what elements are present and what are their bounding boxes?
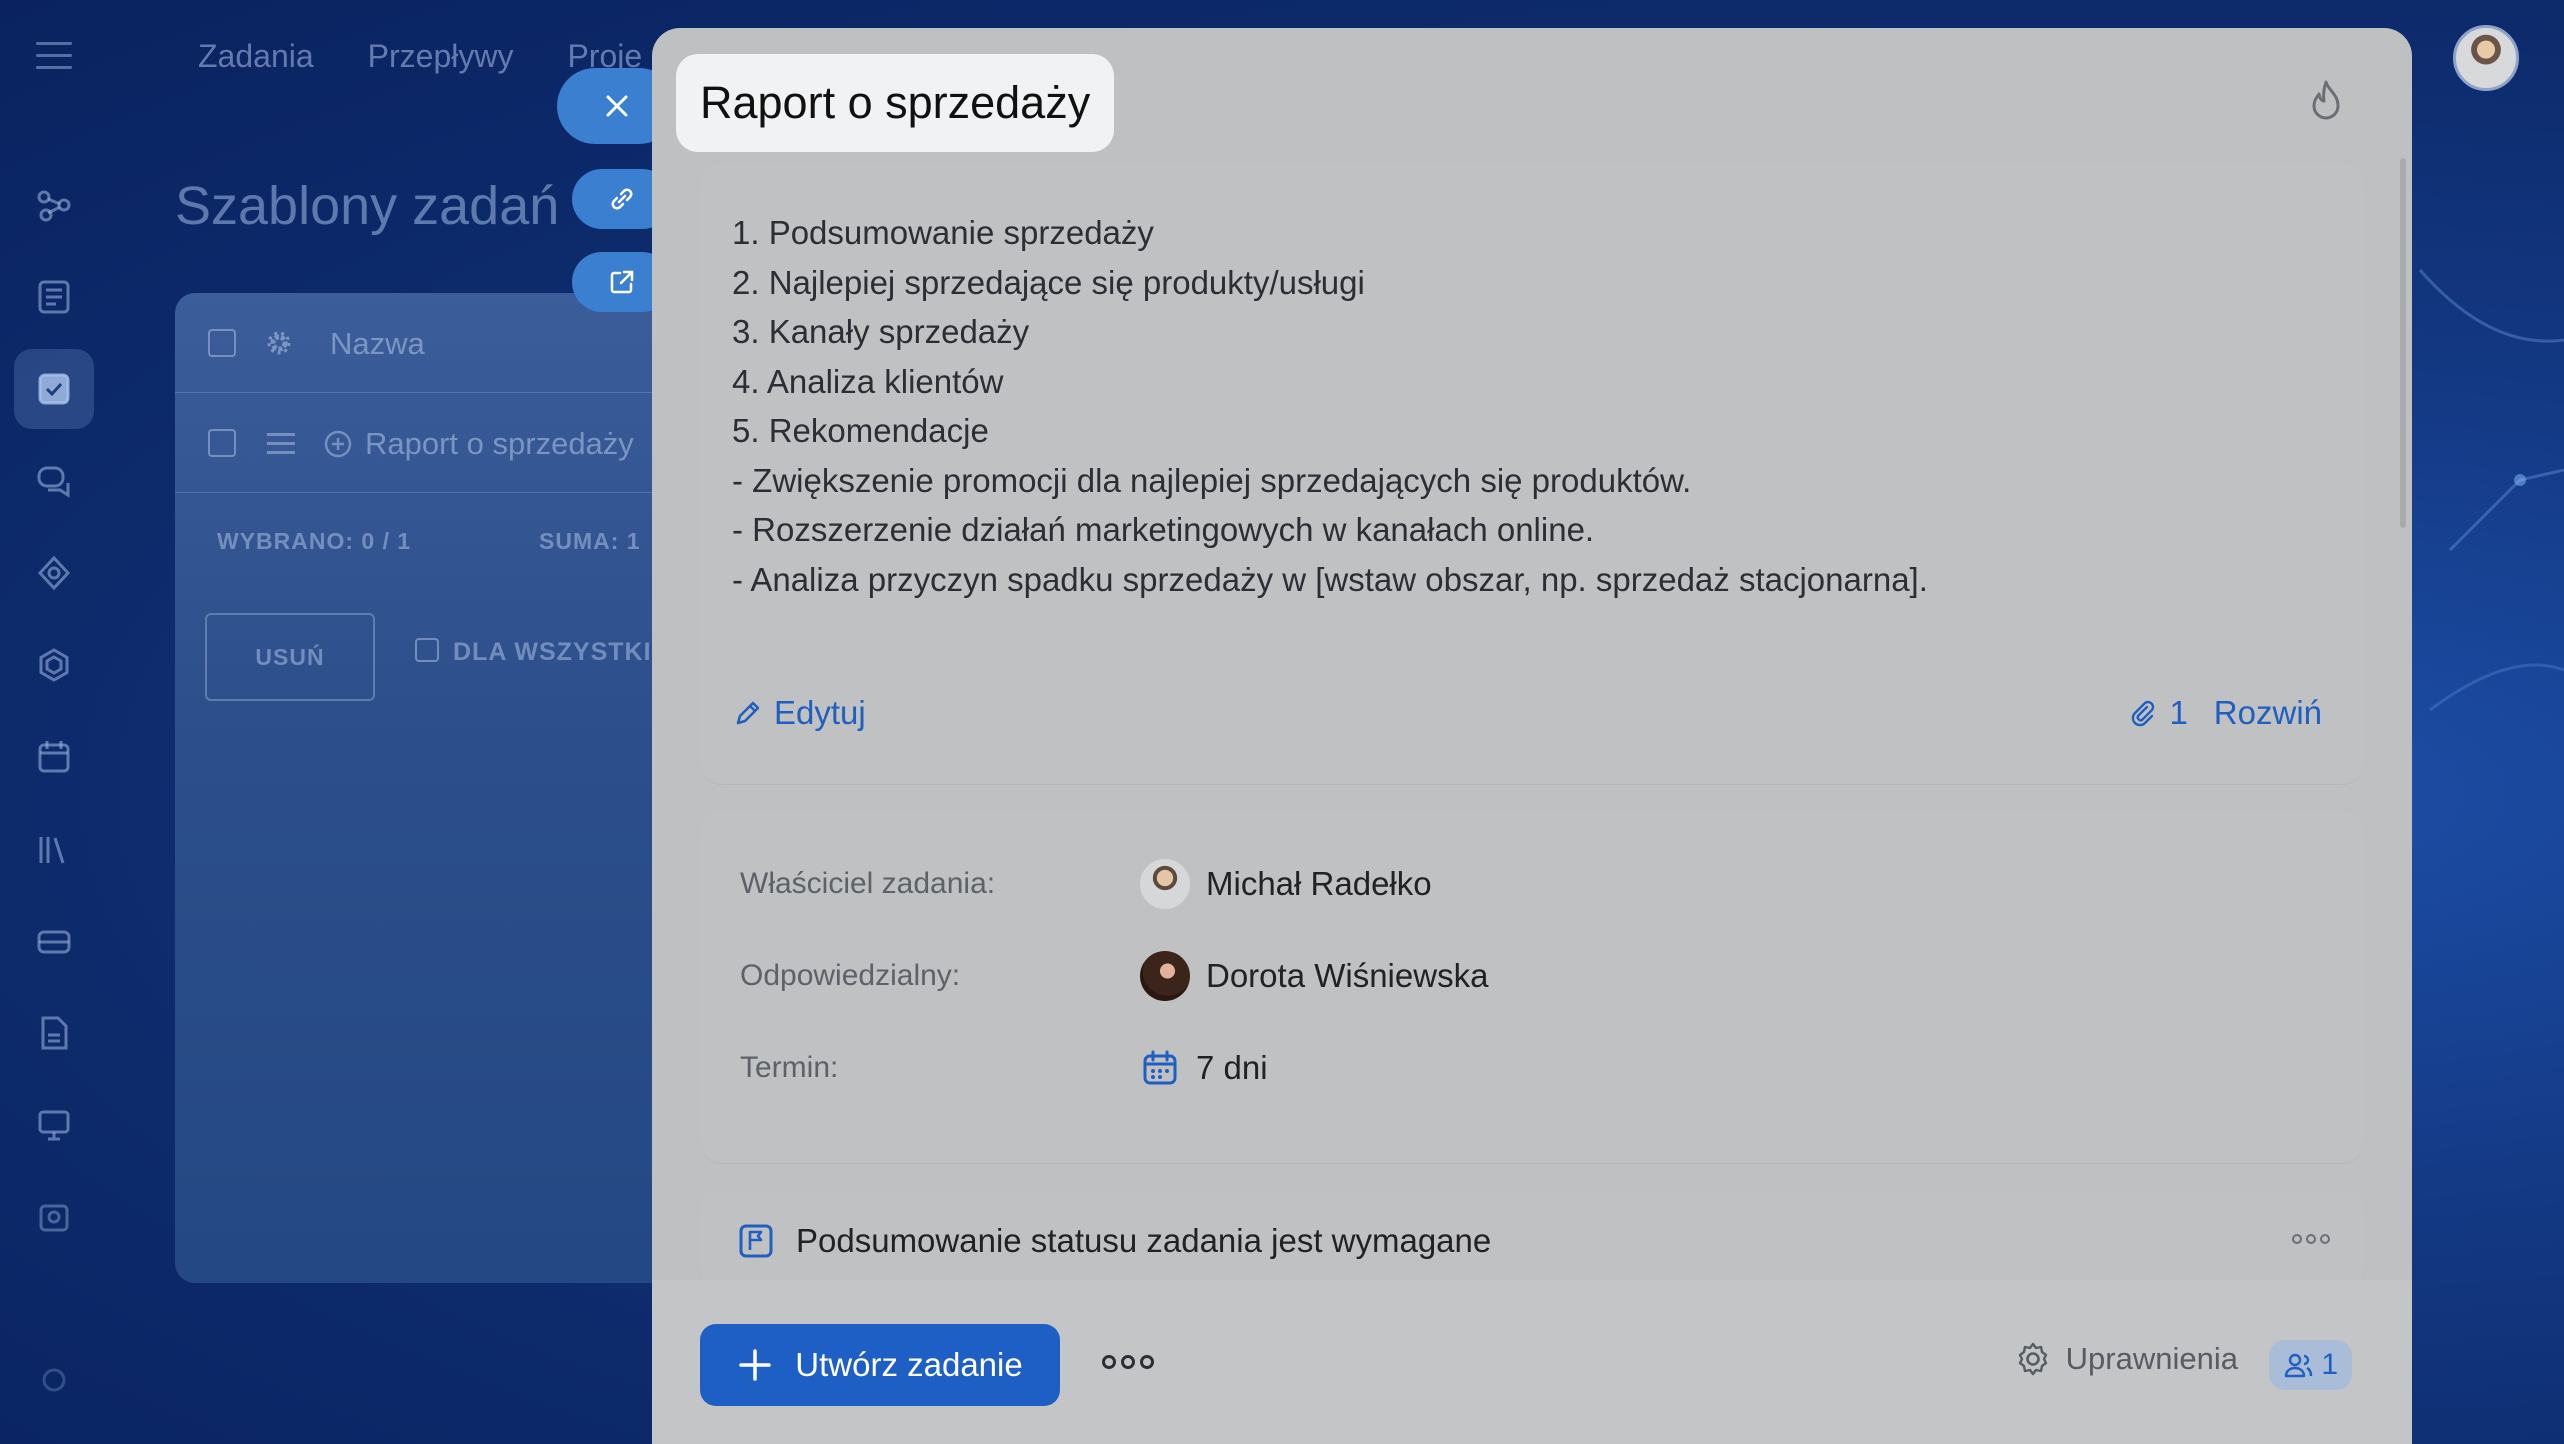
left-sidebar [0, 0, 108, 1444]
deadline-value[interactable]: 7 dni [1140, 1048, 1268, 1088]
create-task-button[interactable]: Utwórz zadanie [700, 1324, 1060, 1406]
users-icon [2285, 1353, 2313, 1378]
calendar-icon [1143, 1050, 1177, 1085]
owner-label: Właściciel zadania: [740, 867, 996, 900]
responsible-avatar [1140, 951, 1190, 1001]
create-task-label: Utwórz zadanie [795, 1346, 1023, 1383]
row-task-name[interactable]: Raport o sprzedaży [365, 426, 634, 462]
flame-icon[interactable] [2304, 78, 2348, 126]
flag-icon [739, 1224, 773, 1258]
hexagon-icon[interactable] [14, 625, 94, 705]
flows-icon[interactable] [14, 165, 94, 245]
templates-table: Nazwa Raport o sprzedaży WYBRANO: 0 / 1 … [175, 293, 675, 1283]
permissions-count-badge[interactable]: 1 [2269, 1340, 2352, 1390]
document-icon[interactable] [14, 993, 94, 1073]
task-template-modal: Raport o sprzedaży 1. Podsumowanie sprze… [652, 28, 2412, 1444]
close-icon [606, 95, 628, 117]
select-all-checkbox[interactable] [208, 329, 236, 357]
deadline-label: Termin: [740, 1051, 839, 1084]
inbox-icon[interactable] [14, 901, 94, 981]
delete-label: USUŃ [255, 643, 325, 670]
gear-icon [2018, 1342, 2047, 1376]
description-line: 5. Rekomendacje [732, 412, 989, 449]
plus-icon [739, 1349, 772, 1381]
hamburger-menu-icon[interactable] [36, 42, 72, 72]
status-summary-card[interactable]: Podsumowanie statusu zadania jest wymaga… [700, 1190, 2364, 1292]
tasks-icon[interactable] [14, 349, 94, 429]
decorative-lines [2418, 269, 2564, 712]
description-text: 1. Podsumowanie sprzedaży 2. Najlepiej s… [732, 208, 1928, 604]
settings-icon[interactable] [14, 1340, 94, 1420]
row-checkbox[interactable] [208, 429, 236, 457]
attachments[interactable]: 1 Rozwiń [2127, 694, 2322, 732]
plus-circle-icon[interactable] [323, 429, 353, 459]
gear-icon[interactable] [263, 327, 295, 359]
description-line: 2. Najlepiej sprzedające się produkty/us… [732, 263, 1365, 301]
permissions-button[interactable]: Uprawnienia [2014, 1340, 2238, 1378]
owner-name: Michał Radełko [1206, 865, 1432, 902]
status-summary-label: Podsumowanie statusu zadania jest wymaga… [796, 1222, 1492, 1259]
modal-scrollbar[interactable] [2400, 158, 2406, 528]
edit-label: Edytuj [774, 694, 866, 731]
delete-button[interactable]: USUŃ [205, 613, 375, 701]
description-line: 3. Kanały sprzedaży [732, 313, 1030, 350]
calendar-icon[interactable] [14, 717, 94, 797]
library-icon[interactable] [14, 809, 94, 889]
responsible-value[interactable]: Dorota Wiśniewska [1140, 951, 1488, 1001]
user-avatar[interactable] [2453, 25, 2519, 91]
link-icon [611, 188, 633, 210]
column-name-header: Nazwa [330, 326, 425, 361]
description-line: - Analiza przyczyn spadku sprzedaży w [w… [732, 560, 1928, 598]
owner-avatar [1140, 859, 1190, 909]
responsible-label: Odpowiedzialny: [740, 959, 961, 992]
for-all-checkbox[interactable] [415, 638, 439, 662]
news-icon[interactable] [14, 257, 94, 337]
status-more-icon[interactable] [2292, 1234, 2330, 1244]
description-line: - Rozszerzenie działań marketingowych w … [732, 511, 1595, 548]
chat-icon[interactable] [14, 441, 94, 521]
deadline-text: 7 dni [1196, 1049, 1268, 1086]
for-all-label: DLA WSZYSTKI [453, 638, 652, 666]
description-line: 4. Analiza klientów [732, 362, 1004, 400]
description-line: 1. Podsumowanie sprzedaży [732, 214, 1154, 251]
more-options-icon[interactable] [1102, 1355, 1154, 1369]
shop-icon[interactable] [14, 1177, 94, 1257]
description-line: - Zwiększenie promocji dla najlepiej spr… [732, 461, 1692, 499]
drag-handle-icon[interactable] [267, 433, 295, 454]
pencil-icon [736, 701, 760, 725]
presentation-icon[interactable] [14, 1085, 94, 1165]
crm-icon[interactable] [14, 533, 94, 613]
selected-count: WYBRANO: 0 / 1 [217, 528, 412, 554]
sum-count: SUMA: 1 [539, 528, 641, 554]
permissions-count: 1 [2321, 1348, 2338, 1381]
paperclip-icon [2132, 700, 2155, 727]
edit-button[interactable]: Edytuj [732, 694, 866, 732]
page-title: Szablony zadań [175, 176, 560, 236]
modal-title[interactable]: Raport o sprzedaży [676, 54, 1115, 152]
task-details-card: Właściciel zadania: Michał Radełko Odpow… [700, 811, 2364, 1163]
expand-link[interactable]: Rozwiń [2214, 694, 2322, 732]
owner-value[interactable]: Michał Radełko [1140, 859, 1432, 909]
permissions-label: Uprawnienia [2065, 1341, 2238, 1376]
top-navigation: Zadania Przepływy Proje [198, 38, 642, 75]
nav-tasks[interactable]: Zadania [198, 38, 314, 75]
nav-flows[interactable]: Przepływy [368, 38, 514, 75]
description-card: 1. Podsumowanie sprzedaży 2. Najlepiej s… [700, 164, 2364, 784]
responsible-name: Dorota Wiśniewska [1206, 957, 1489, 994]
external-link-icon [610, 270, 634, 294]
modal-footer: Utwórz zadanie Uprawnienia 1 [652, 1280, 2412, 1444]
attachments-count: 1 [2169, 694, 2188, 731]
